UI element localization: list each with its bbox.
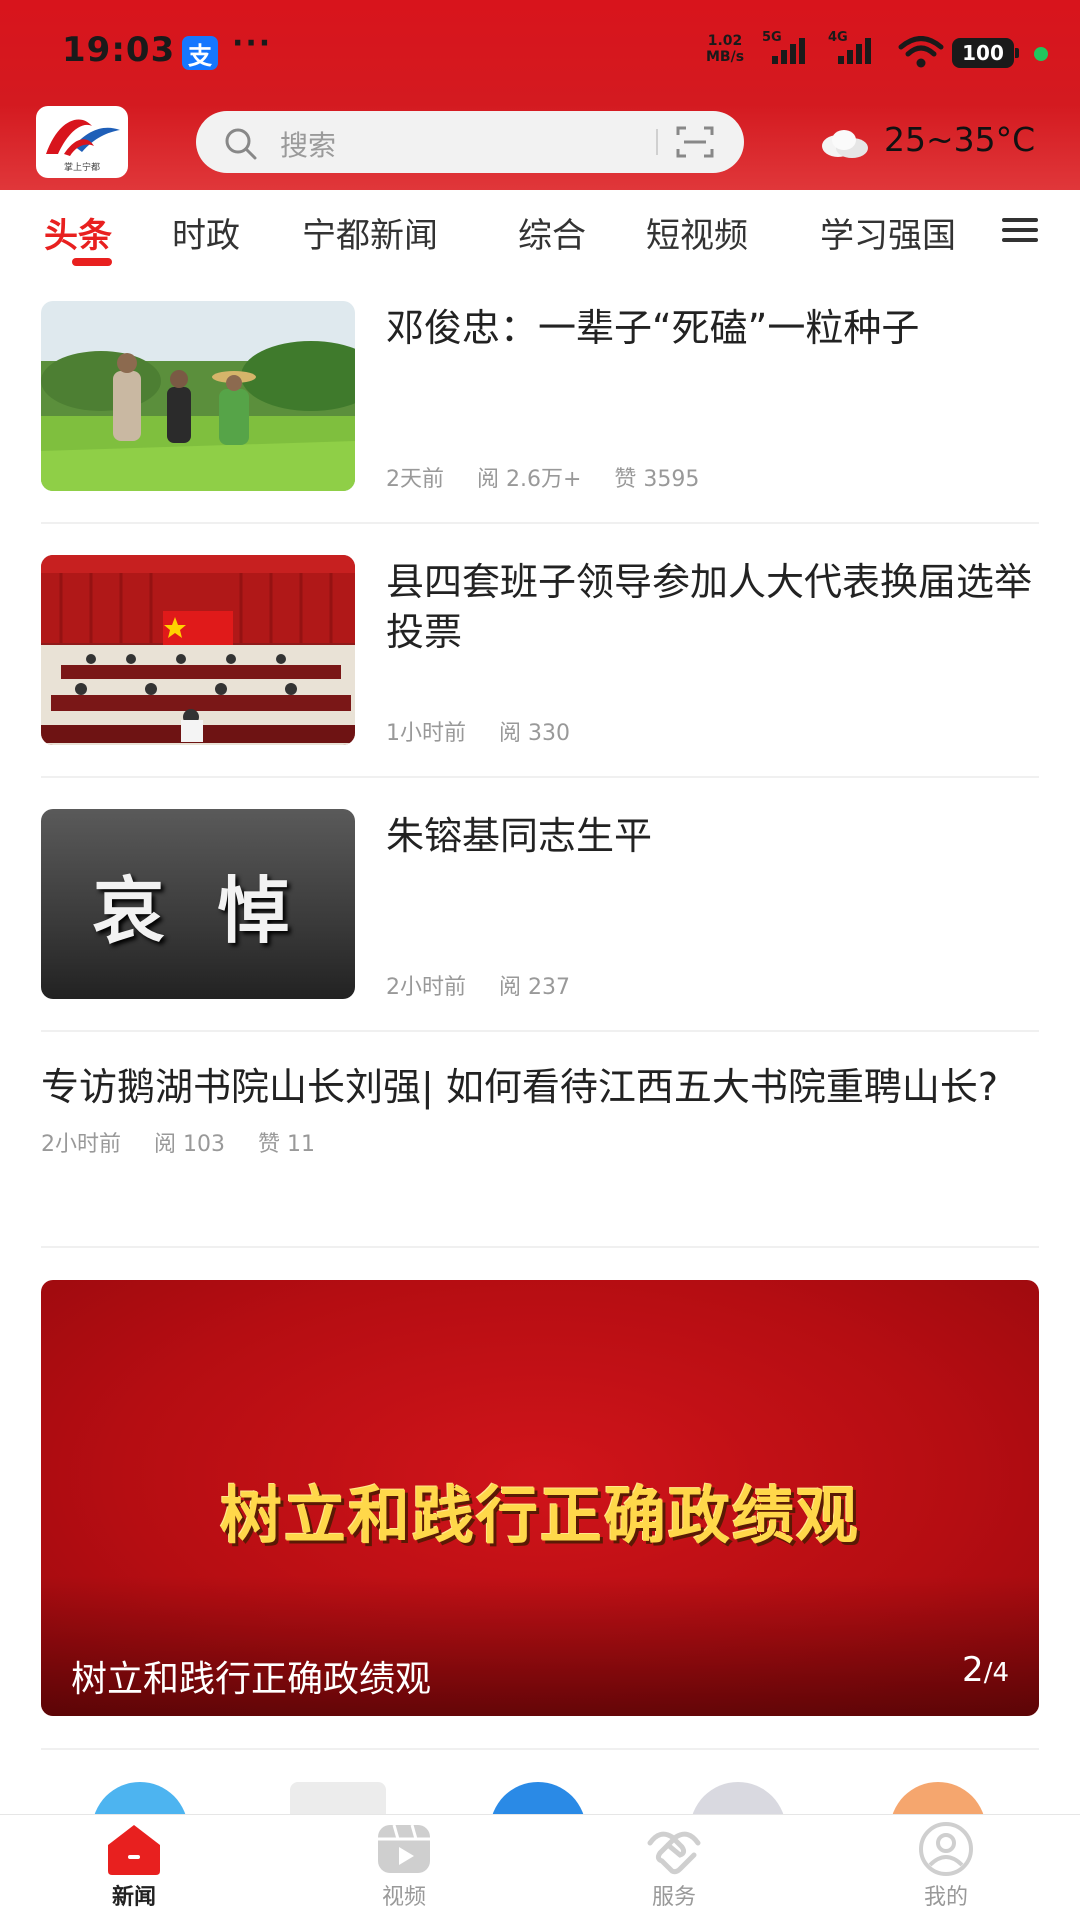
shortcut-icon[interactable] xyxy=(690,1782,786,1814)
search-icon xyxy=(225,128,257,160)
divider xyxy=(41,1748,1039,1750)
category-tabs: 头条 时政 宁都新闻 综合 短视频 学习强国 xyxy=(0,190,1080,280)
news-meta: 2天前 阅 2.6万+ 赞 3595 xyxy=(386,461,725,493)
shortcut-icon[interactable] xyxy=(890,1782,986,1814)
nav-profile[interactable]: 我的 xyxy=(876,1821,1016,1920)
news-thumbnail-mourning: 哀 悼 xyxy=(41,809,355,999)
signal-4g-icon: 4G xyxy=(828,30,888,68)
wifi-icon xyxy=(898,36,944,68)
nav-news[interactable]: 新闻 xyxy=(64,1821,204,1920)
news-title: 朱镕基同志生平 xyxy=(386,814,653,858)
weather-temperature: 25~35°C xyxy=(884,120,1036,159)
bottom-navigation: 新闻 视频 服务 我的 xyxy=(0,1814,1080,1920)
tab-short-video[interactable]: 短视频 xyxy=(646,208,748,257)
news-item[interactable]: 哀 悼 朱镕基同志生平 2小时前 阅 237 xyxy=(41,809,1041,1001)
more-notifications-icon: ··· xyxy=(232,26,273,61)
svg-text:掌上宁都: 掌上宁都 xyxy=(64,161,100,173)
app-screen: 19:03 支 ··· 1.02 MB/s 5G 4G 100 掌上宁都 搜索 … xyxy=(0,0,1080,1920)
signal-5g-icon: 5G xyxy=(762,30,822,68)
news-thumbnail-rice-field xyxy=(41,301,355,491)
banner-carousel[interactable]: 树立和践行正确政绩观 树立和践行正确政绩观 2/4 xyxy=(41,1280,1039,1716)
tab-politics[interactable]: 时政 xyxy=(172,208,240,257)
news-thumbnail-meeting-hall xyxy=(41,555,355,745)
news-item-text-only[interactable]: 专访鹅湖书院山长刘强| 如何看待江西五大书院重聘山长? 2小时前 阅 103 赞… xyxy=(41,1062,1041,1158)
network-speed: 1.02 MB/s xyxy=(706,33,745,65)
news-time: 2天前 xyxy=(386,467,444,492)
news-reads: 阅 330 xyxy=(499,721,570,746)
news-reads: 阅 2.6万+ xyxy=(477,467,582,492)
search-placeholder: 搜索 xyxy=(280,129,337,162)
divider xyxy=(41,1246,1039,1248)
handshake-icon xyxy=(647,1831,701,1875)
tab-general[interactable]: 综合 xyxy=(518,208,586,257)
tab-xuexi-qiangguo[interactable]: 学习强国 xyxy=(820,208,956,257)
battery-indicator: 100 xyxy=(952,38,1019,68)
news-meta: 1小时前 阅 330 xyxy=(386,715,596,747)
news-likes: 赞 3595 xyxy=(614,467,700,492)
shortcut-icon[interactable] xyxy=(490,1782,586,1814)
banner-page-indicator: 2/4 xyxy=(962,1650,1009,1690)
tab-headlines[interactable]: 头条 xyxy=(44,208,112,257)
home-icon xyxy=(108,1825,160,1875)
tab-ningdu-news[interactable]: 宁都新闻 xyxy=(302,208,438,257)
banner-caption: 树立和践行正确政绩观 xyxy=(71,1659,432,1700)
search-divider xyxy=(656,129,658,155)
news-time: 2小时前 xyxy=(41,1132,121,1157)
active-tab-indicator xyxy=(72,258,112,266)
mourning-thumbnail-text: 哀 悼 xyxy=(92,868,304,953)
news-time: 1小时前 xyxy=(386,721,466,746)
alipay-icon: 支 xyxy=(182,36,218,70)
app-logo-mark: 掌上宁都 xyxy=(46,119,120,173)
news-title: 县四套班子领导参加人大代表换届选举投票 xyxy=(386,560,1033,654)
cloudy-weather-icon xyxy=(822,130,868,158)
divider xyxy=(41,776,1039,778)
video-icon xyxy=(378,1824,430,1873)
scan-icon[interactable] xyxy=(676,125,714,159)
status-bar: 19:03 支 ··· 1.02 MB/s 5G 4G 100 xyxy=(0,0,1080,100)
news-likes: 赞 11 xyxy=(258,1132,315,1157)
news-title: 专访鹅湖书院山长刘强| 如何看待江西五大书院重聘山长? xyxy=(41,1065,999,1109)
news-time: 2小时前 xyxy=(386,975,466,1000)
search-input[interactable]: 搜索 xyxy=(196,111,744,173)
nav-video[interactable]: 视频 xyxy=(334,1821,474,1920)
app-logo[interactable]: 掌上宁都 xyxy=(36,106,128,178)
news-title: 邓俊忠：一辈子“死磕”一粒种子 xyxy=(386,306,920,350)
shortcut-icon[interactable] xyxy=(92,1782,188,1814)
shortcut-row xyxy=(0,1752,1080,1814)
banner-headline: 树立和践行正确政绩观 xyxy=(219,1479,860,1552)
news-reads: 阅 237 xyxy=(499,975,570,1000)
news-item[interactable]: 邓俊忠：一辈子“死磕”一粒种子 2天前 阅 2.6万+ 赞 3595 xyxy=(41,301,1041,493)
privacy-indicator xyxy=(1034,47,1048,61)
nav-service[interactable]: 服务 xyxy=(604,1821,744,1920)
news-reads: 阅 103 xyxy=(154,1132,225,1157)
news-item[interactable]: 县四套班子领导参加人大代表换届选举投票 1小时前 阅 330 xyxy=(41,555,1041,747)
shortcut-icon[interactable] xyxy=(290,1782,386,1814)
user-icon xyxy=(919,1822,973,1876)
news-meta: 2小时前 阅 237 xyxy=(386,969,596,1001)
menu-icon[interactable] xyxy=(1000,214,1040,246)
divider xyxy=(41,522,1039,524)
header: 19:03 支 ··· 1.02 MB/s 5G 4G 100 掌上宁都 搜索 … xyxy=(0,0,1080,190)
divider xyxy=(41,1030,1039,1032)
news-meta: 2小时前 阅 103 赞 11 xyxy=(41,1126,1041,1158)
status-time: 19:03 xyxy=(62,30,176,70)
